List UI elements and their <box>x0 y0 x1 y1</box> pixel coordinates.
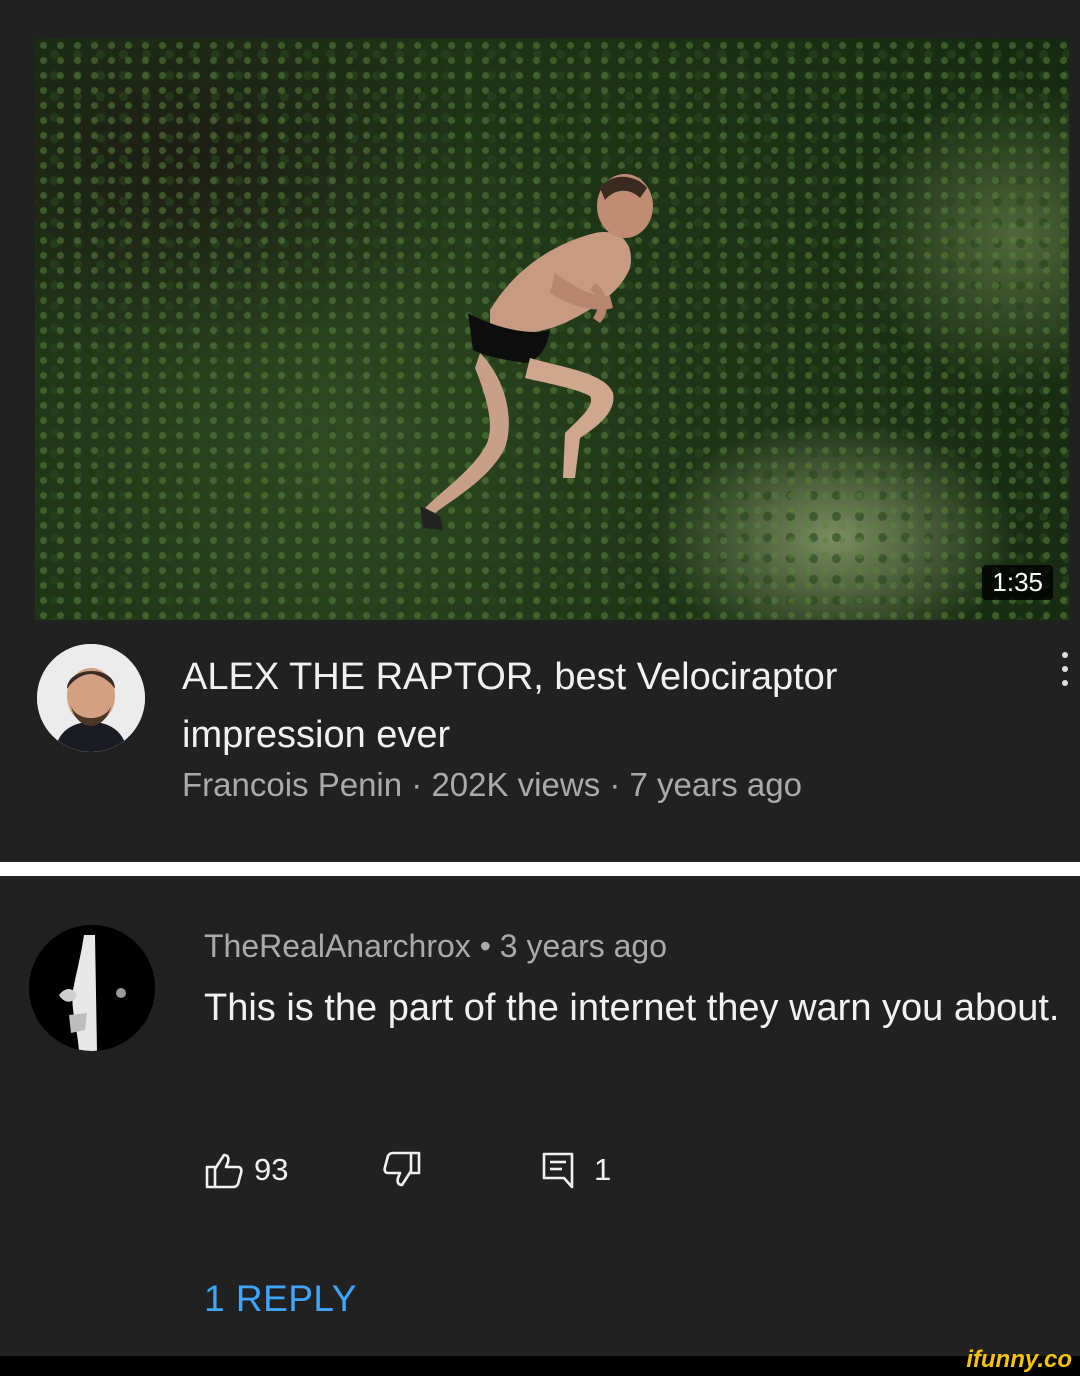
meta-separator: · <box>600 766 630 803</box>
video-duration: 1:35 <box>982 565 1053 600</box>
channel-avatar[interactable] <box>37 644 145 752</box>
view-replies-link[interactable]: 1 REPLY <box>204 1278 357 1320</box>
commenter-avatar[interactable] <box>29 925 155 1051</box>
comment-author-name[interactable]: TheRealAnarchrox <box>204 928 471 964</box>
thumbnail-person-figure <box>420 174 653 530</box>
reply-button[interactable]: 1 <box>540 1150 611 1190</box>
kebab-menu-icon[interactable] <box>1056 652 1074 694</box>
video-title[interactable]: ALEX THE RAPTOR, best Velociraptor impre… <box>182 648 1002 764</box>
ifunny-watermark: ifunny.co <box>966 1346 1072 1373</box>
comment-age: 3 years ago <box>499 928 667 964</box>
commenter-avatar-image <box>29 925 155 1051</box>
section-divider <box>0 862 1080 876</box>
like-count: 93 <box>254 1152 289 1187</box>
thumbs-down-icon <box>378 1150 424 1190</box>
like-button[interactable]: 93 <box>204 1150 288 1190</box>
reply-count: 1 <box>594 1152 612 1187</box>
comment-text: This is the part of the internet they wa… <box>204 987 1060 1029</box>
view-count: 202K views <box>431 766 601 803</box>
comment-header: TheRealAnarchrox • 3 years ago <box>204 928 667 965</box>
video-card[interactable]: 1:35 ALEX THE RAPTOR, best Velociraptor … <box>0 0 1080 862</box>
upload-age: 7 years ago <box>629 766 802 803</box>
dislike-button[interactable] <box>378 1150 424 1190</box>
channel-name[interactable]: Francois Penin <box>182 766 402 803</box>
bottom-strip <box>0 1356 1080 1376</box>
comment-icon <box>540 1150 576 1190</box>
channel-avatar-image <box>37 644 145 752</box>
video-thumbnail[interactable]: 1:35 <box>35 38 1069 620</box>
meta-separator: · <box>402 766 432 803</box>
video-meta: Francois Penin · 202K views · 7 years ag… <box>182 766 802 804</box>
thumbs-up-icon <box>204 1150 244 1190</box>
comment-dot: • <box>470 928 500 964</box>
